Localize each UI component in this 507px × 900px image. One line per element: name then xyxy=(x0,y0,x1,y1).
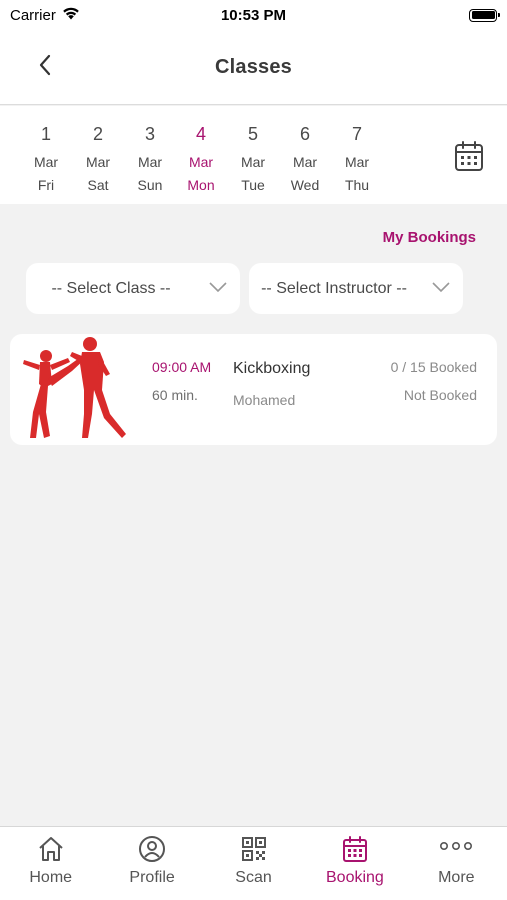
tab-scan-label: Scan xyxy=(235,869,272,886)
back-button[interactable] xyxy=(28,52,62,82)
date-item-6[interactable]: 6 Mar Wed xyxy=(279,106,331,204)
tab-scan[interactable]: Scan xyxy=(203,827,304,900)
date-month: Mar xyxy=(240,154,266,170)
date-item-3[interactable]: 3 Mar Sun xyxy=(124,106,176,204)
class-booking-status: Not Booked xyxy=(403,387,477,403)
kickboxing-image xyxy=(10,334,132,445)
tab-home-label: Home xyxy=(29,869,73,886)
battery-icon xyxy=(469,8,500,22)
wifi-icon xyxy=(62,6,80,24)
date-weekday: Sat xyxy=(87,177,109,193)
tab-booking[interactable]: Booking xyxy=(304,827,405,900)
tab-more-label: More xyxy=(438,869,475,886)
calendar-icon xyxy=(340,834,370,864)
date-month: Mar xyxy=(344,154,370,170)
tab-booking-label: Booking xyxy=(326,869,384,886)
tab-bar: Home Profile Scan Booking More xyxy=(0,826,507,900)
date-day: 3 xyxy=(144,124,155,144)
class-duration: 60 min. xyxy=(152,387,198,403)
date-strip: 1 Mar Fri 2 Mar Sat 3 Mar Sun 4 Mar Mon … xyxy=(0,106,507,204)
date-item-2[interactable]: 2 Mar Sat xyxy=(72,106,124,204)
header: Classes xyxy=(0,30,507,105)
date-weekday: Tue xyxy=(241,177,265,193)
date-item-1[interactable]: 1 Mar Fri xyxy=(20,106,72,204)
status-left: Carrier xyxy=(10,6,80,24)
date-day: 4 xyxy=(195,124,206,144)
date-item-7[interactable]: 7 Mar Thu xyxy=(331,106,383,204)
my-bookings-link[interactable]: My Bookings xyxy=(383,229,476,246)
date-item-4-selected[interactable]: 4 Mar Mon xyxy=(175,106,227,204)
home-icon xyxy=(36,834,66,864)
select-class-dropdown[interactable]: -- Select Class -- xyxy=(26,263,240,314)
date-weekday: Wed xyxy=(290,177,320,193)
date-day: 6 xyxy=(299,124,310,144)
calendar-picker-button[interactable] xyxy=(452,139,486,173)
calendar-icon xyxy=(452,141,486,177)
date-day: 1 xyxy=(40,124,51,144)
date-day: 5 xyxy=(247,124,258,144)
date-month: Mar xyxy=(292,154,318,170)
chevron-down-icon xyxy=(208,280,228,299)
profile-icon xyxy=(137,834,167,864)
date-day: 2 xyxy=(92,124,103,144)
status-bar: Carrier 10:53 PM xyxy=(0,0,507,30)
date-weekday: Thu xyxy=(344,177,370,193)
select-instructor-label: -- Select Instructor -- xyxy=(261,279,407,297)
class-booked-count: 0 / 15 Booked xyxy=(390,359,477,375)
tab-profile-label: Profile xyxy=(129,869,175,886)
chevron-down-icon xyxy=(431,280,451,299)
carrier-label: Carrier xyxy=(10,6,56,24)
tab-profile[interactable]: Profile xyxy=(101,827,202,900)
more-icon xyxy=(440,834,473,864)
date-weekday: Mon xyxy=(187,177,215,193)
select-instructor-dropdown[interactable]: -- Select Instructor -- xyxy=(249,263,463,314)
class-name: Kickboxing xyxy=(233,360,311,377)
class-instructor: Mohamed xyxy=(233,392,296,408)
chevron-left-icon xyxy=(38,54,52,81)
select-class-label: -- Select Class -- xyxy=(51,279,171,297)
date-item-5[interactable]: 5 Mar Tue xyxy=(227,106,279,204)
tab-more[interactable]: More xyxy=(406,827,507,900)
qr-code-icon xyxy=(239,834,269,864)
date-month: Mar xyxy=(85,154,111,170)
date-day: 7 xyxy=(351,124,362,144)
tab-home[interactable]: Home xyxy=(0,827,101,900)
class-time: 09:00 AM xyxy=(152,359,212,375)
date-month: Mar xyxy=(33,154,59,170)
date-month: Mar xyxy=(137,154,163,170)
page-title: Classes xyxy=(214,55,292,78)
date-weekday: Sun xyxy=(137,177,163,193)
class-card[interactable]: 09:00 AM 60 min. Kickboxing Mohamed 0 / … xyxy=(10,334,497,445)
date-month: Mar xyxy=(188,154,214,170)
date-weekday: Fri xyxy=(37,177,55,193)
